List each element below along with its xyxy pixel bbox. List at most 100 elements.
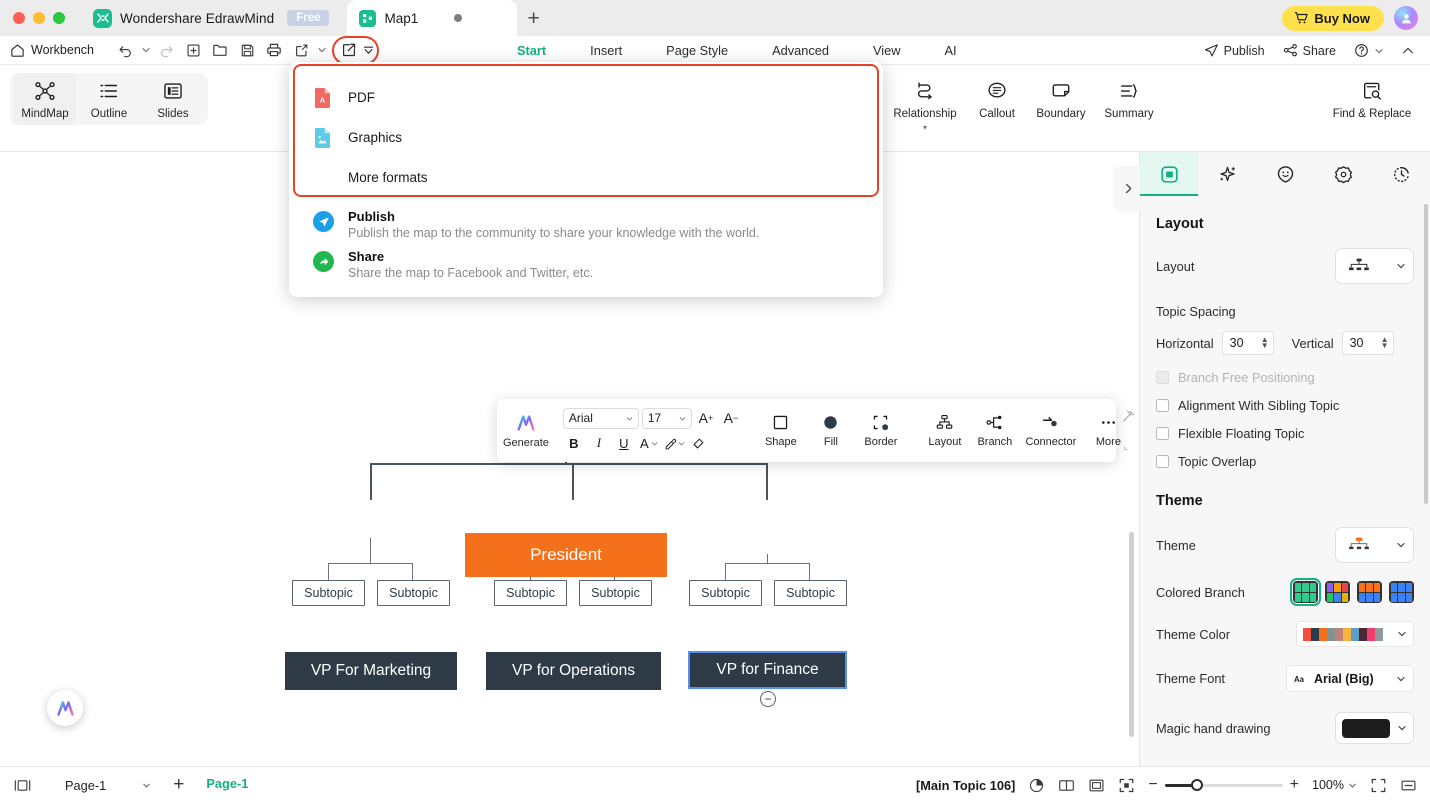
- panel-tab-ai[interactable]: [1198, 152, 1256, 196]
- main-topic-marketing[interactable]: VP For Marketing: [285, 652, 457, 690]
- user-avatar[interactable]: [1394, 6, 1418, 30]
- toolbar-resize-handle[interactable]: [1123, 442, 1135, 452]
- fill-button[interactable]: Fill: [806, 413, 856, 448]
- decrease-font-size-button[interactable]: A −: [720, 408, 742, 429]
- topic-overlap-row[interactable]: Topic Overlap: [1156, 454, 1414, 469]
- subtopic-operations-2[interactable]: Subtopic: [579, 580, 652, 606]
- export-more-formats-item[interactable]: More formats: [303, 160, 863, 194]
- theme-select[interactable]: [1335, 527, 1414, 563]
- zoom-slider[interactable]: [1164, 779, 1283, 791]
- save-button[interactable]: [234, 39, 260, 62]
- canvas-vertical-scrollbar[interactable]: [1129, 532, 1134, 737]
- panel-tab-badges[interactable]: [1314, 152, 1372, 196]
- ribbon-relationship-button[interactable]: Relationship ▾: [886, 73, 964, 137]
- topic-overlap-checkbox[interactable]: [1156, 455, 1169, 468]
- fullscreen-icon[interactable]: [1370, 777, 1387, 794]
- print-button[interactable]: [261, 39, 287, 62]
- ai-assistant-fab[interactable]: [47, 690, 83, 726]
- zoom-in-button[interactable]: +: [1290, 776, 1299, 794]
- export-graphics-item[interactable]: Graphics: [303, 120, 863, 154]
- document-tab-map1[interactable]: Map1: [347, 0, 518, 36]
- collapse-finance-button[interactable]: −: [760, 691, 776, 707]
- subtopic-finance-2[interactable]: Subtopic: [774, 580, 847, 606]
- ribbon-boundary-button[interactable]: Boundary: [1030, 73, 1092, 125]
- flexible-floating-checkbox[interactable]: [1156, 427, 1169, 440]
- branch-option-1[interactable]: [1290, 578, 1321, 606]
- more-options-button[interactable]: More: [1096, 413, 1121, 448]
- main-topic-finance[interactable]: VP for Finance: [688, 651, 847, 689]
- pie-view-icon[interactable]: [1028, 777, 1045, 794]
- ai-generate-button[interactable]: Generate: [503, 412, 549, 449]
- format-painter-button[interactable]: [688, 433, 710, 454]
- active-page-tab[interactable]: Page-1: [206, 776, 248, 795]
- export-dropdown-caret-icon[interactable]: [362, 39, 375, 62]
- undo-button[interactable]: [112, 39, 138, 62]
- toggle-sidebar-button[interactable]: [14, 777, 31, 794]
- ribbon-tab-advanced[interactable]: Advanced: [750, 36, 851, 65]
- close-window-button[interactable]: [13, 12, 25, 24]
- zoom-level-select[interactable]: 100%: [1312, 778, 1357, 792]
- workbench-button[interactable]: Workbench: [0, 43, 94, 58]
- theme-color-select[interactable]: [1296, 621, 1414, 647]
- branch-free-positioning-row[interactable]: Branch Free Positioning: [1156, 370, 1414, 385]
- ribbon-tab-start[interactable]: Start: [495, 36, 568, 65]
- connector-button[interactable]: Connector: [1020, 413, 1082, 448]
- magic-hand-drawing-select[interactable]: [1335, 712, 1414, 744]
- share-export-dropdown-caret-icon[interactable]: [315, 39, 328, 62]
- undo-dropdown-caret-icon[interactable]: [139, 39, 152, 62]
- vertical-stepper-arrows-icon[interactable]: ▲ ▼: [1381, 336, 1389, 350]
- ribbon-mindmap-button[interactable]: MindMap: [14, 73, 76, 125]
- add-page-button[interactable]: +: [173, 774, 184, 796]
- help-button[interactable]: [1347, 43, 1390, 58]
- pin-toolbar-button[interactable]: [1123, 410, 1135, 422]
- border-button[interactable]: Border: [856, 413, 906, 448]
- horizontal-stepper-arrows-icon[interactable]: ▲ ▼: [1261, 336, 1269, 350]
- font-size-select[interactable]: 17: [641, 407, 692, 429]
- export-pdf-item[interactable]: A PDF: [303, 80, 863, 114]
- minimize-window-button[interactable]: [33, 12, 45, 24]
- maximize-window-button[interactable]: [53, 12, 65, 24]
- horizontal-spacing-stepper[interactable]: 30 ▲ ▼: [1221, 331, 1274, 355]
- export-share-item[interactable]: Share Share the map to Facebook and Twit…: [303, 249, 863, 282]
- redo-button[interactable]: [153, 39, 179, 62]
- flexible-floating-row[interactable]: Flexible Floating Topic: [1156, 426, 1414, 441]
- branch-button[interactable]: Branch: [970, 413, 1020, 448]
- collapse-panel-button[interactable]: [1116, 166, 1140, 210]
- new-tab-button[interactable]: +: [527, 8, 539, 29]
- share-button[interactable]: Share: [1276, 43, 1343, 58]
- subtopic-finance-1[interactable]: Subtopic: [689, 580, 762, 606]
- panel-scrollbar[interactable]: [1424, 204, 1428, 504]
- unsaved-indicator-icon[interactable]: [454, 14, 463, 22]
- panel-tab-stickers[interactable]: [1256, 152, 1314, 196]
- branch-option-2[interactable]: [1325, 581, 1350, 603]
- alignment-sibling-row[interactable]: Alignment With Sibling Topic: [1156, 398, 1414, 413]
- book-view-icon[interactable]: [1058, 777, 1075, 794]
- ribbon-tab-ai[interactable]: AI: [923, 36, 979, 65]
- share-export-button[interactable]: [288, 39, 314, 62]
- branch-option-3[interactable]: [1357, 581, 1382, 603]
- zoom-out-button[interactable]: −: [1148, 776, 1157, 794]
- subtopic-marketing-1[interactable]: Subtopic: [292, 580, 365, 606]
- ribbon-tab-page-style[interactable]: Page Style: [644, 36, 750, 65]
- split-view-icon[interactable]: [1400, 777, 1417, 794]
- open-file-button[interactable]: [207, 39, 233, 62]
- font-family-select[interactable]: Arial: [562, 407, 639, 429]
- branch-option-4[interactable]: [1389, 581, 1414, 603]
- increase-font-size-button[interactable]: A +: [695, 408, 717, 429]
- bold-button[interactable]: B: [563, 433, 585, 454]
- new-document-button[interactable]: [180, 39, 206, 62]
- alignment-sibling-checkbox[interactable]: [1156, 399, 1169, 412]
- window-controls[interactable]: [0, 12, 65, 24]
- layout-select[interactable]: [1335, 248, 1414, 284]
- frame-view-icon[interactable]: [1088, 777, 1105, 794]
- highlight-color-button[interactable]: [663, 433, 685, 454]
- subtopic-marketing-2[interactable]: Subtopic: [377, 580, 450, 606]
- ribbon-summary-button[interactable]: Summary: [1094, 73, 1164, 125]
- layout-button[interactable]: Layout: [920, 413, 970, 448]
- italic-button[interactable]: I: [588, 433, 610, 454]
- ribbon-tab-view[interactable]: View: [851, 36, 923, 65]
- vertical-spacing-stepper[interactable]: 30 ▲ ▼: [1341, 331, 1394, 355]
- ribbon-callout-button[interactable]: Callout: [966, 73, 1028, 125]
- zoom-slider-handle[interactable]: [1190, 779, 1203, 791]
- ribbon-find-replace-button[interactable]: Find & Replace: [1328, 73, 1416, 125]
